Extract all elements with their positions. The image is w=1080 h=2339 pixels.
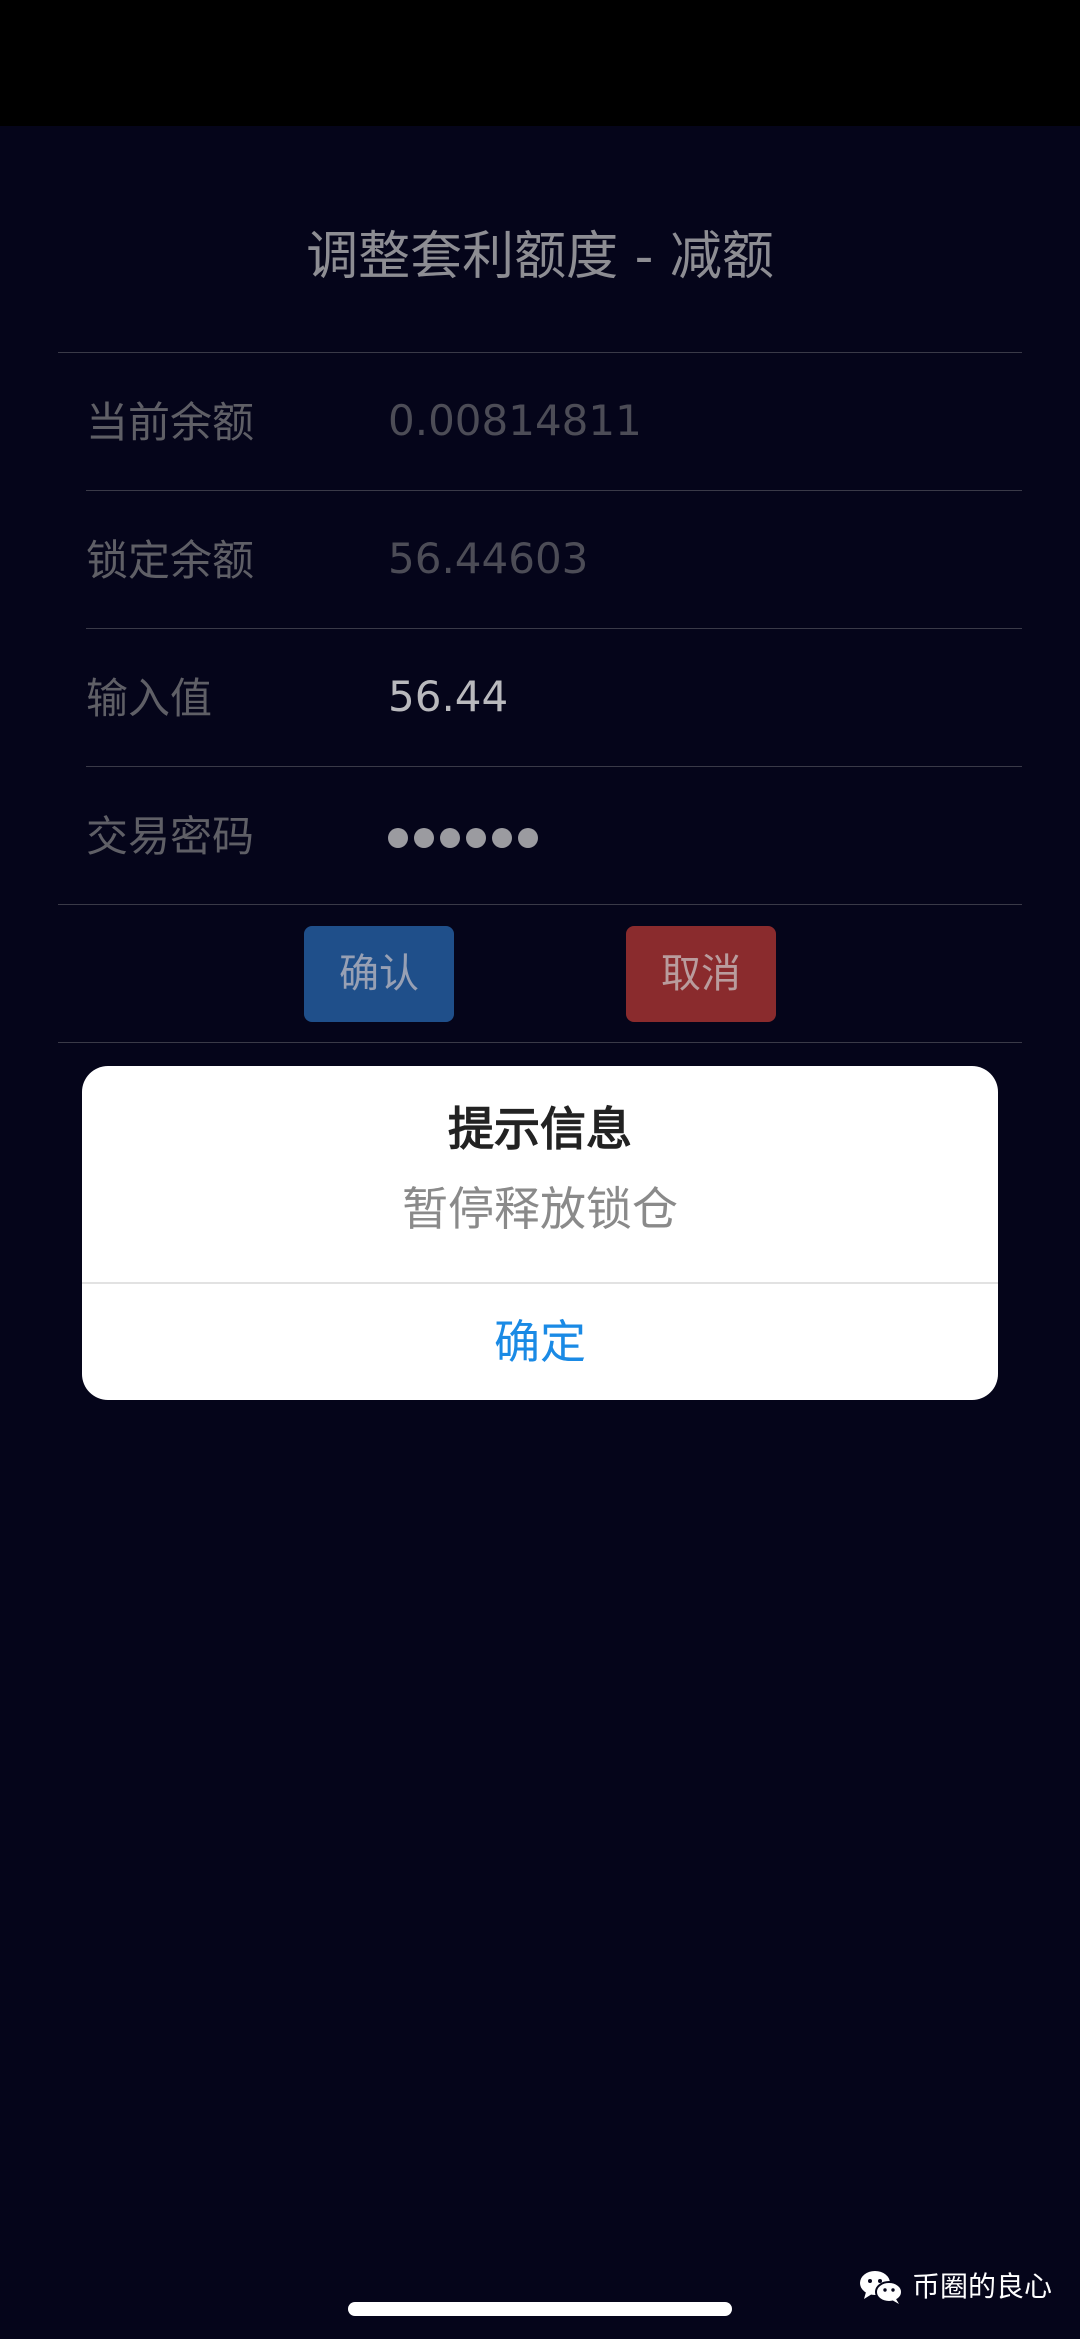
divider xyxy=(58,352,1022,353)
password-dot xyxy=(440,828,460,848)
dialog-title: 提示信息 xyxy=(448,1102,632,1156)
divider xyxy=(86,766,1022,767)
alert-dialog: 提示信息 暂停释放锁仓 确定 xyxy=(82,1066,998,1400)
status-bar xyxy=(0,0,1080,126)
current-balance-value: 0.00814811 xyxy=(388,396,642,445)
cancel-button[interactable]: 取消 xyxy=(626,926,776,1022)
current-balance-label: 当前余额 xyxy=(86,398,255,447)
watermark: 币圈的良心 xyxy=(858,2268,1052,2306)
watermark-text: 币圈的良心 xyxy=(912,2270,1053,2303)
input-value-label: 输入值 xyxy=(86,674,213,723)
divider xyxy=(86,490,1022,491)
confirm-button[interactable]: 确认 xyxy=(304,926,454,1022)
password-dot xyxy=(414,828,434,848)
dialog-ok-button[interactable]: 确定 xyxy=(82,1284,998,1400)
password-dot xyxy=(388,828,408,848)
divider xyxy=(86,628,1022,629)
password-dot xyxy=(518,828,538,848)
divider xyxy=(58,1042,1022,1043)
wechat-icon xyxy=(860,2271,903,2304)
trade-password-field[interactable] xyxy=(388,828,538,848)
trade-password-label: 交易密码 xyxy=(86,812,255,861)
locked-balance-value: 56.44603 xyxy=(388,534,589,583)
input-value-field[interactable]: 56.44 xyxy=(388,676,508,718)
home-indicator[interactable] xyxy=(348,2302,732,2316)
password-dot xyxy=(466,828,486,848)
locked-balance-label: 锁定余额 xyxy=(86,536,255,585)
page-title: 调整套利额度 - 减额 xyxy=(306,227,774,287)
divider xyxy=(58,904,1022,905)
password-dot xyxy=(492,828,512,848)
dialog-message: 暂停释放锁仓 xyxy=(402,1182,678,1236)
